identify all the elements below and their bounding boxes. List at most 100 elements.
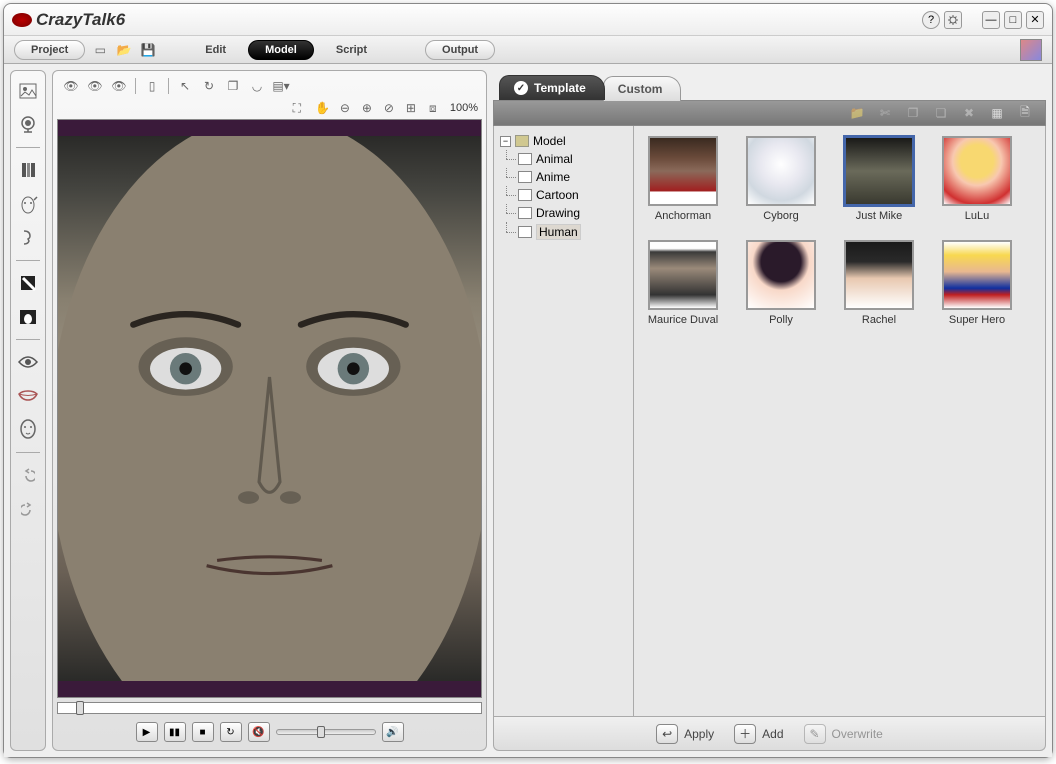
volume-icon[interactable]: 🔊 bbox=[382, 722, 404, 742]
rotate-icon[interactable]: ↻ bbox=[199, 77, 219, 95]
zoom-out-icon[interactable]: ⊖ bbox=[336, 99, 354, 117]
tree-node-anime[interactable]: Anime bbox=[498, 168, 629, 186]
new-icon[interactable]: ▭ bbox=[91, 41, 109, 59]
library-tree: − Model Animal Anime Cartoon DrawingHuman bbox=[494, 126, 634, 716]
model-item-cyborg[interactable]: Cyborg bbox=[742, 136, 820, 222]
viewport[interactable] bbox=[57, 119, 482, 698]
eye-tool[interactable] bbox=[14, 348, 42, 376]
mask-tool[interactable] bbox=[14, 269, 42, 297]
model-item-anchorman[interactable]: Anchorman bbox=[644, 136, 722, 222]
model-item-super-hero[interactable]: Super Hero bbox=[938, 240, 1016, 326]
lib-view-icon[interactable]: ▦ bbox=[987, 104, 1007, 122]
maximize-button[interactable]: □ bbox=[1004, 11, 1022, 29]
pan-icon[interactable]: ✋ bbox=[314, 99, 332, 117]
tab-model[interactable]: Model bbox=[248, 40, 314, 60]
model-thumbnail bbox=[942, 136, 1012, 206]
fit-icon[interactable]: ⛶ bbox=[288, 99, 306, 117]
cube-icon[interactable] bbox=[1020, 39, 1042, 61]
undo-tool[interactable] bbox=[14, 461, 42, 489]
model-item-rachel[interactable]: Rachel bbox=[840, 240, 918, 326]
webcam-tool[interactable] bbox=[14, 111, 42, 139]
tree-root-label: Model bbox=[533, 134, 566, 148]
lips-small-icon[interactable]: ◡ bbox=[247, 77, 267, 95]
tab-project[interactable]: Project bbox=[14, 40, 85, 60]
help-button[interactable]: ? bbox=[922, 11, 940, 29]
viewer-panel: 👁 👁 👁 ▯ ↖ ↻ ❐ ◡ ▤▾ ⛶ ✋ ⊖ ⊕ ⊘ ⊞ ⧈ bbox=[52, 70, 487, 751]
add-button[interactable]: ＋ Add bbox=[734, 724, 783, 744]
loop-button[interactable]: ↻ bbox=[220, 722, 242, 742]
folder-icon bbox=[515, 135, 529, 147]
tab-template[interactable]: ✓ Template bbox=[499, 75, 605, 100]
model-item-lulu[interactable]: LuLu bbox=[938, 136, 1016, 222]
eye-closed-icon[interactable]: 👁 bbox=[109, 77, 129, 95]
volume-thumb[interactable] bbox=[317, 726, 325, 738]
library-actions: ↩ Apply ＋ Add ✎ Overwrite bbox=[493, 717, 1046, 751]
lib-copy-icon: ❐ bbox=[903, 104, 923, 122]
timeline-thumb[interactable] bbox=[76, 701, 84, 715]
tab-output[interactable]: Output bbox=[425, 40, 495, 60]
viewer-zoom-toolbar: ⛶ ✋ ⊖ ⊕ ⊘ ⊞ ⧈ 100% bbox=[57, 97, 482, 119]
add-label: Add bbox=[762, 727, 783, 741]
head-tool[interactable] bbox=[14, 416, 42, 444]
tab-custom[interactable]: Custom bbox=[603, 76, 682, 101]
model-item-maurice-duval[interactable]: Maurice Duval bbox=[644, 240, 722, 326]
play-button[interactable]: ▶ bbox=[136, 722, 158, 742]
lib-info-icon[interactable]: 🗎 bbox=[1015, 104, 1035, 122]
eye-half-icon[interactable]: 👁 bbox=[85, 77, 105, 95]
no-zoom-icon[interactable]: ⊘ bbox=[380, 99, 398, 117]
clipboard-icon[interactable]: ▯ bbox=[142, 77, 162, 95]
tree-node-cartoon[interactable]: Cartoon bbox=[498, 186, 629, 204]
add-icon: ＋ bbox=[734, 724, 756, 744]
save-icon[interactable]: 💾 bbox=[139, 41, 157, 59]
eye-open-icon[interactable]: 👁 bbox=[61, 77, 81, 95]
copy-icon[interactable]: ❐ bbox=[223, 77, 243, 95]
tab-edit[interactable]: Edit bbox=[189, 41, 242, 59]
app-logo: CrazyTalk6 bbox=[12, 10, 125, 30]
close-button[interactable]: ✕ bbox=[1026, 11, 1044, 29]
minimize-button[interactable]: — bbox=[982, 11, 1000, 29]
model-item-just-mike[interactable]: Just Mike bbox=[840, 136, 918, 222]
profile-tool[interactable] bbox=[14, 224, 42, 252]
pointer-icon[interactable]: ↖ bbox=[175, 77, 195, 95]
titlebar: CrazyTalk6 ? — □ ✕ bbox=[4, 4, 1052, 36]
tab-template-label: Template bbox=[534, 81, 586, 95]
tab-custom-label: Custom bbox=[618, 82, 663, 96]
timeline-slider[interactable] bbox=[57, 702, 482, 714]
tree-root-model[interactable]: − Model bbox=[498, 132, 629, 150]
tree-node-human[interactable]: Human bbox=[498, 222, 629, 242]
mute-button[interactable]: 🔇 bbox=[248, 722, 270, 742]
lib-cut-icon: ✄ bbox=[875, 104, 895, 122]
check-icon: ✓ bbox=[514, 81, 528, 95]
mouth-tool[interactable] bbox=[14, 382, 42, 410]
marquee-zoom-icon[interactable]: ⧈ bbox=[424, 99, 442, 117]
menubar: Project ▭ 📂 💾 Edit Model Script Output bbox=[4, 36, 1052, 64]
gear-icon bbox=[947, 14, 959, 26]
pause-button[interactable]: ▮▮ bbox=[164, 722, 186, 742]
redo-tool[interactable] bbox=[14, 495, 42, 523]
import-image-tool[interactable] bbox=[14, 77, 42, 105]
zoom-in-icon[interactable]: ⊕ bbox=[358, 99, 376, 117]
actual-size-icon[interactable]: ⊞ bbox=[402, 99, 420, 117]
tree-node-label: Animal bbox=[536, 152, 573, 166]
fitting-tool[interactable] bbox=[14, 190, 42, 218]
open-icon[interactable]: 📂 bbox=[115, 41, 133, 59]
tab-script[interactable]: Script bbox=[320, 41, 383, 59]
node-icon bbox=[518, 171, 532, 183]
collapse-icon[interactable]: − bbox=[500, 136, 511, 147]
volume-slider[interactable] bbox=[276, 729, 376, 735]
tree-node-animal[interactable]: Animal bbox=[498, 150, 629, 168]
layers-icon[interactable]: ▤▾ bbox=[271, 77, 291, 95]
library-body: − Model Animal Anime Cartoon DrawingHuman A… bbox=[493, 126, 1046, 717]
model-label: Anchorman bbox=[655, 210, 711, 222]
stop-button[interactable]: ■ bbox=[192, 722, 214, 742]
background-tool[interactable] bbox=[14, 303, 42, 331]
apply-button[interactable]: ↩ Apply bbox=[656, 724, 714, 744]
zoom-level: 100% bbox=[450, 102, 478, 114]
app-title: CrazyTalk6 bbox=[36, 10, 125, 30]
settings-button[interactable] bbox=[944, 11, 962, 29]
crop-tool[interactable] bbox=[14, 156, 42, 184]
left-toolbar bbox=[10, 70, 46, 751]
tree-node-label: Cartoon bbox=[536, 188, 579, 202]
model-item-polly[interactable]: Polly bbox=[742, 240, 820, 326]
tree-node-drawing[interactable]: Drawing bbox=[498, 204, 629, 222]
